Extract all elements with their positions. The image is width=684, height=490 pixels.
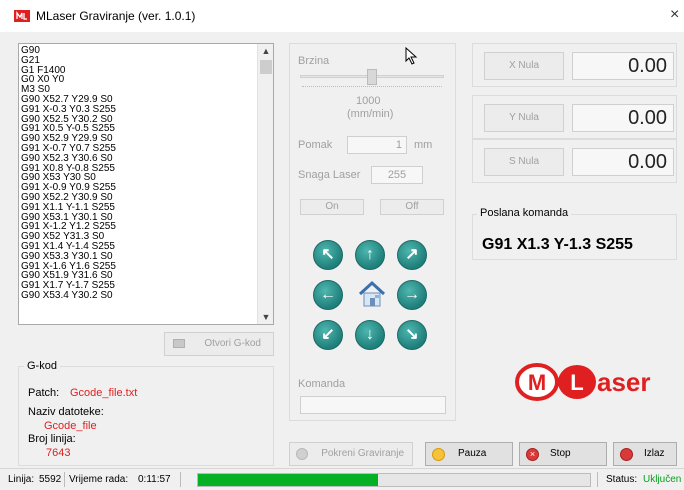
axis-zero-button[interactable]: X Nula — [484, 52, 564, 80]
speed-unit: (mm/min) — [347, 108, 394, 120]
patch-label: Patch: — [28, 387, 60, 399]
poslana-legend: Poslana komanda — [477, 207, 572, 219]
exit-button[interactable]: Izlaz — [613, 442, 677, 466]
status-separator — [597, 472, 598, 487]
move-left-button[interactable]: ← — [313, 280, 343, 310]
svg-text:M: M — [528, 370, 546, 395]
arrow-up-left-icon: ↖ — [321, 246, 335, 263]
gcode-lines: G90 G21 G1 F1400 G0 X0 Y0 M3 S0 G90 X52.7 Y29… — [21, 46, 259, 301]
svg-text:L: L — [570, 370, 583, 395]
pomak-unit: mm — [414, 139, 433, 151]
axis-zero-button[interactable]: Y Nula — [484, 104, 564, 132]
move-right-button[interactable]: → — [397, 280, 427, 310]
start-engraving-label: Pokreni Graviranje — [321, 448, 404, 459]
mouse-cursor-icon — [405, 47, 418, 65]
vrijeme-label: Vrijeme rada: — [69, 474, 129, 485]
pause-icon — [432, 448, 445, 461]
snaga-input[interactable]: 255 — [371, 166, 423, 184]
gcode-listbox[interactable]: G90 G21 G1 F1400 G0 X0 Y0 M3 S0 G90 X52.7 Y29… — [18, 43, 274, 325]
stop-button[interactable]: × Stop — [519, 442, 607, 466]
pomak-label: Pomak — [298, 139, 333, 151]
brzina-label: Brzina — [298, 55, 330, 67]
move-up-button[interactable]: ↑ — [355, 240, 385, 270]
progress-fill — [198, 474, 379, 486]
scroll-thumb[interactable] — [260, 60, 272, 74]
arrow-down-right-icon: ↘ — [405, 326, 419, 343]
main-window: MLaser Graviranje (ver. 1.0.1) × G90 G21 G… — [0, 0, 684, 490]
home-icon — [358, 280, 386, 307]
status-bar: Linija: 5592 Vrijeme rada: 0:11:57 Statu… — [0, 468, 684, 490]
svg-text:aser: aser — [597, 367, 651, 397]
broj-value: 7643 — [46, 447, 71, 459]
arrow-down-left-icon: ↙ — [321, 326, 335, 343]
folder-icon — [173, 339, 185, 348]
naziv-label: Naziv datoteke: — [28, 406, 104, 418]
scroll-down-icon[interactable]: ▼ — [258, 310, 273, 324]
arrow-right-icon: → — [404, 286, 420, 303]
move-down-button[interactable]: ↓ — [355, 320, 385, 350]
mlaser-logo: M L aser — [515, 362, 680, 402]
open-gcode-label: Otvori G-kod — [204, 338, 261, 349]
vrijeme-value: 0:11:57 — [138, 474, 171, 485]
stop-icon: × — [526, 448, 539, 461]
status-value: Uključen — [643, 474, 682, 485]
komanda-label: Komanda — [298, 378, 346, 390]
pause-button[interactable]: Pauza — [425, 442, 513, 466]
app-logo-icon — [14, 10, 30, 22]
axis-zero-button[interactable]: S Nula — [484, 148, 564, 176]
move-up-left-button[interactable]: ↖ — [313, 240, 343, 270]
poslana-value: G91 X1.3 Y-1.3 S255 — [482, 236, 633, 253]
title-bar: MLaser Graviranje (ver. 1.0.1) × — [0, 0, 684, 32]
linija-value: 5592 — [39, 474, 62, 485]
arrow-up-right-icon: ↗ — [405, 246, 419, 263]
open-gcode-button[interactable]: Otvori G-kod — [164, 332, 274, 356]
progress-bar — [197, 473, 591, 487]
laser-off-button[interactable]: Off — [380, 199, 444, 215]
play-icon — [296, 448, 308, 460]
gkod-legend: G-kod — [24, 360, 60, 372]
axis-value: 0.00 — [572, 148, 674, 176]
broj-label: Broj linija: — [28, 433, 76, 445]
stop-label: Stop — [550, 448, 571, 459]
window-title: MLaser Graviranje (ver. 1.0.1) — [36, 9, 196, 23]
speed-slider-ticks — [302, 86, 442, 88]
naziv-value: Gcode_file — [44, 420, 97, 432]
snaga-label: Snaga Laser — [298, 169, 361, 181]
arrow-down-icon: ↓ — [366, 326, 374, 343]
laser-on-button[interactable]: On — [300, 199, 364, 215]
gcode-line[interactable]: G0 X0 Y0 — [21, 75, 259, 85]
arrow-left-icon: ← — [320, 286, 336, 303]
axis-value: 0.00 — [572, 104, 674, 132]
gcode-line[interactable]: G90 — [21, 46, 259, 56]
move-down-left-button[interactable]: ↙ — [313, 320, 343, 350]
gcode-line[interactable]: G90 X53.4 Y30.2 S0 — [21, 291, 259, 301]
axis-value: 0.00 — [572, 52, 674, 80]
linija-label: Linija: — [8, 474, 35, 485]
status-separator — [64, 472, 65, 487]
power-icon — [620, 448, 633, 461]
status-separator — [180, 472, 181, 487]
arrow-up-icon: ↑ — [366, 246, 374, 263]
pause-label: Pauza — [458, 448, 487, 459]
komanda-input[interactable] — [300, 396, 446, 414]
pomak-input[interactable]: 1 — [347, 136, 407, 154]
move-up-right-button[interactable]: ↗ — [397, 240, 427, 270]
exit-label: Izlaz — [644, 448, 665, 459]
move-down-right-button[interactable]: ↘ — [397, 320, 427, 350]
patch-value: Gcode_file.txt — [70, 387, 138, 399]
home-button[interactable] — [356, 278, 388, 310]
speed-slider-thumb[interactable] — [367, 69, 377, 85]
gcode-scrollbar[interactable]: ▲ ▼ — [257, 44, 273, 324]
start-engraving-button[interactable]: Pokreni Graviranje — [289, 442, 413, 466]
speed-value: 1000 — [356, 95, 381, 107]
status-label: Status: — [606, 474, 638, 485]
scroll-up-icon[interactable]: ▲ — [258, 44, 273, 58]
close-button[interactable]: × — [670, 6, 679, 24]
